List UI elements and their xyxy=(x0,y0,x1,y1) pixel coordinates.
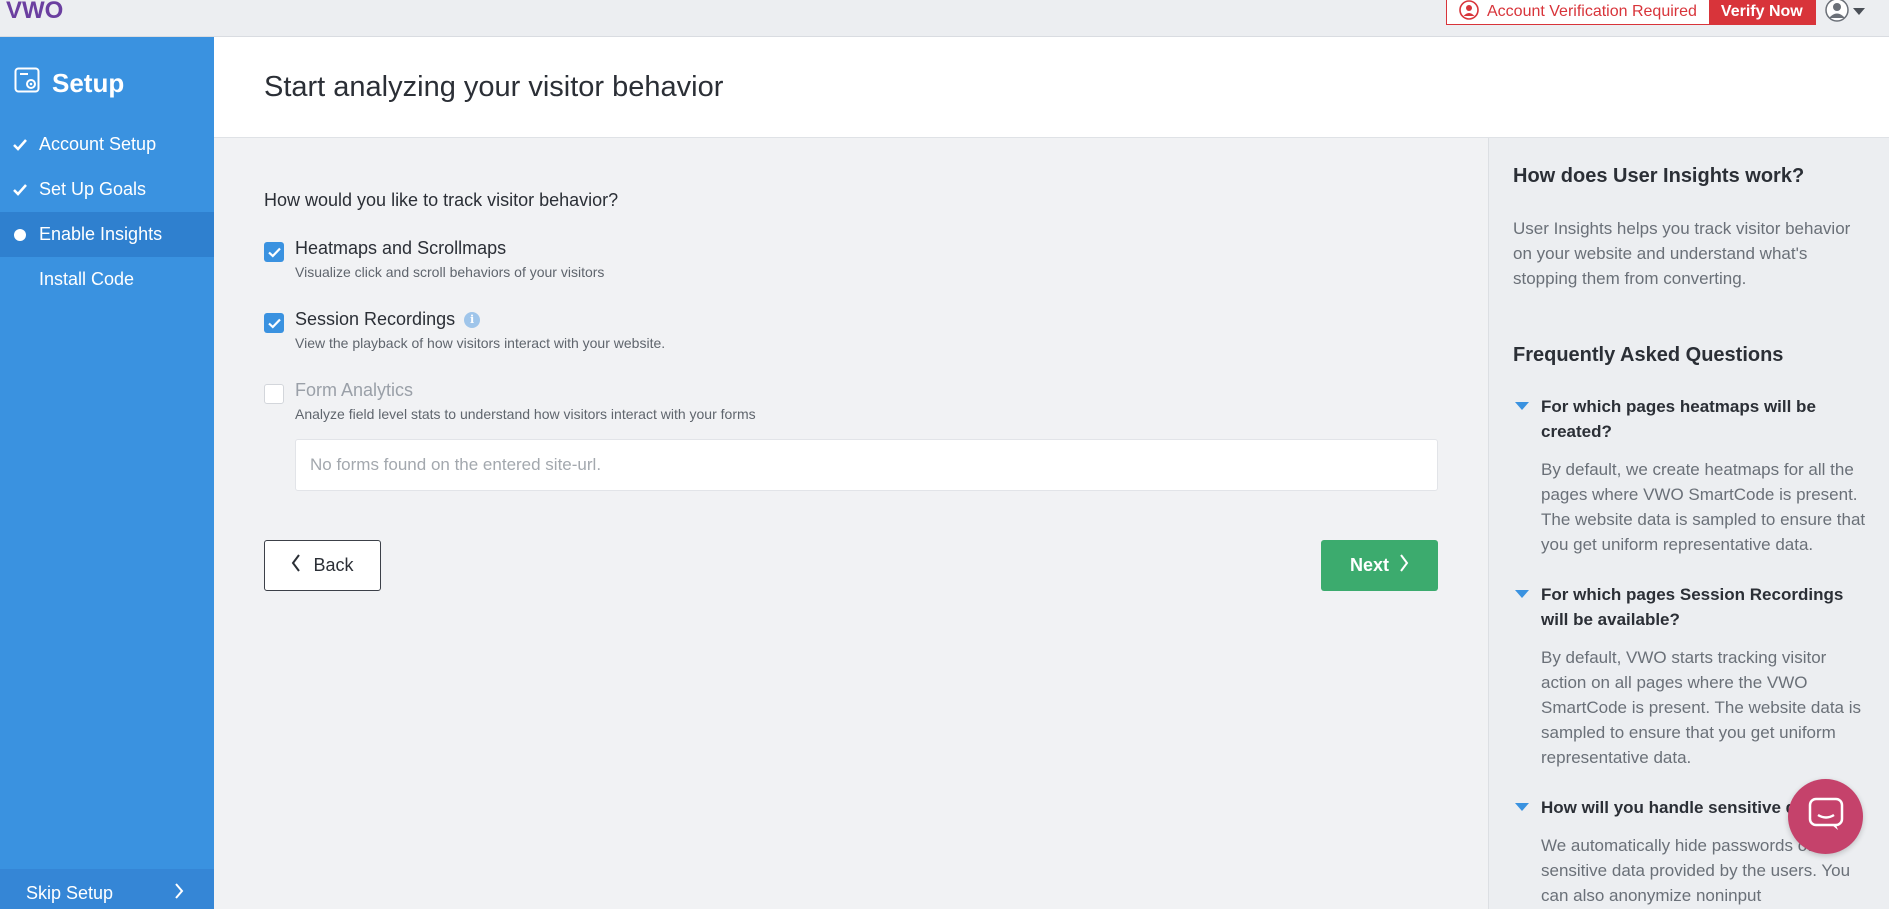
faq-heading: Frequently Asked Questions xyxy=(1513,344,1784,366)
sidebar-item-enable-insights[interactable]: Enable Insights xyxy=(0,212,214,257)
page-header: Start analyzing your visitor behavior xyxy=(214,37,1889,138)
verification-message: Account Verification Required xyxy=(1447,0,1709,24)
option-description: View the playback of how visitors intera… xyxy=(295,335,666,351)
sidebar-title-text: Setup xyxy=(52,68,125,98)
vwo-logo[interactable]: VWO xyxy=(6,0,76,24)
faq-answer: By default, VWO starts tracking visitor … xyxy=(1541,648,1862,767)
sidebar-item-label: Install Code xyxy=(39,269,135,289)
sidebar-item-set-up-goals[interactable]: Set Up Goals xyxy=(0,167,214,212)
help-heading: How does User Insights work? xyxy=(1513,165,1805,187)
chevron-right-icon xyxy=(1399,554,1409,577)
setup-icon xyxy=(14,67,40,100)
option-label: Form Analytics xyxy=(295,380,414,400)
option-description: Analyze field level stats to understand … xyxy=(295,406,756,422)
avatar-icon xyxy=(1825,0,1849,27)
form-analytics-checkbox[interactable] xyxy=(264,384,284,404)
sidebar-title: Setup xyxy=(14,67,124,100)
caret-down-icon xyxy=(1515,590,1529,598)
option-label: Heatmaps and Scrollmaps xyxy=(295,238,507,258)
caret-down-icon xyxy=(1515,402,1529,410)
active-dot-icon xyxy=(0,228,39,241)
caret-down-icon xyxy=(1515,803,1529,811)
next-button-label: Next xyxy=(1349,555,1389,575)
forms-list-box: No forms found on the entered site-url. xyxy=(295,439,1438,491)
top-bar: VWO Account Verification Required Verify… xyxy=(0,0,1889,37)
sidebar-item-label: Set Up Goals xyxy=(39,179,147,199)
sidebar-item-label: Enable Insights xyxy=(39,224,163,244)
check-icon xyxy=(0,138,39,151)
chat-launcher-button[interactable] xyxy=(1788,779,1863,854)
sidebar-item-account-setup[interactable]: Account Setup xyxy=(0,122,214,167)
check-icon xyxy=(0,183,39,196)
main-content: How would you like to track visitor beha… xyxy=(214,138,1488,909)
next-button[interactable]: Next xyxy=(1321,540,1438,591)
account-verification-banner: Account Verification Required Verify Now xyxy=(1446,0,1816,25)
help-intro: User Insights helps you track visitor be… xyxy=(1513,219,1851,288)
user-menu[interactable] xyxy=(1825,0,1865,24)
sidebar-item-label: Account Setup xyxy=(39,134,157,154)
back-button-label: Back xyxy=(313,555,354,575)
caret-down-icon xyxy=(1853,3,1865,21)
tracking-question: How would you like to track visitor beha… xyxy=(264,190,619,210)
faq-question[interactable]: For which pages Session Recordings will … xyxy=(1513,582,1873,632)
option-description: Visualize click and scroll behaviors of … xyxy=(295,264,605,280)
faq-answer: By default, we create heatmaps for all t… xyxy=(1541,460,1866,554)
heatmaps-checkbox[interactable] xyxy=(264,242,284,262)
session-recordings-checkbox[interactable] xyxy=(264,313,284,333)
chat-icon xyxy=(1808,797,1844,836)
skip-setup-label: Skip Setup xyxy=(26,882,114,903)
user-alert-icon xyxy=(1459,0,1481,25)
back-button[interactable]: Back xyxy=(264,540,381,591)
chevron-left-icon xyxy=(291,554,301,577)
sidebar-item-install-code[interactable]: Install Code xyxy=(0,257,214,302)
option-label: Session Recordings i xyxy=(295,309,481,330)
faq-question[interactable]: For which pages heatmaps will be created… xyxy=(1513,394,1873,444)
page-title: Start analyzing your visitor behavior xyxy=(264,71,724,103)
chevron-right-icon xyxy=(174,882,184,904)
skip-setup-button[interactable]: Skip Setup xyxy=(0,869,214,909)
info-icon[interactable]: i xyxy=(464,311,481,328)
verification-text: Account Verification Required xyxy=(1487,3,1697,20)
setup-sidebar: Setup Account Setup Set Up Goals Enable … xyxy=(0,37,214,909)
verify-now-button[interactable]: Verify Now xyxy=(1708,0,1815,24)
svg-text:VWO: VWO xyxy=(6,0,63,24)
